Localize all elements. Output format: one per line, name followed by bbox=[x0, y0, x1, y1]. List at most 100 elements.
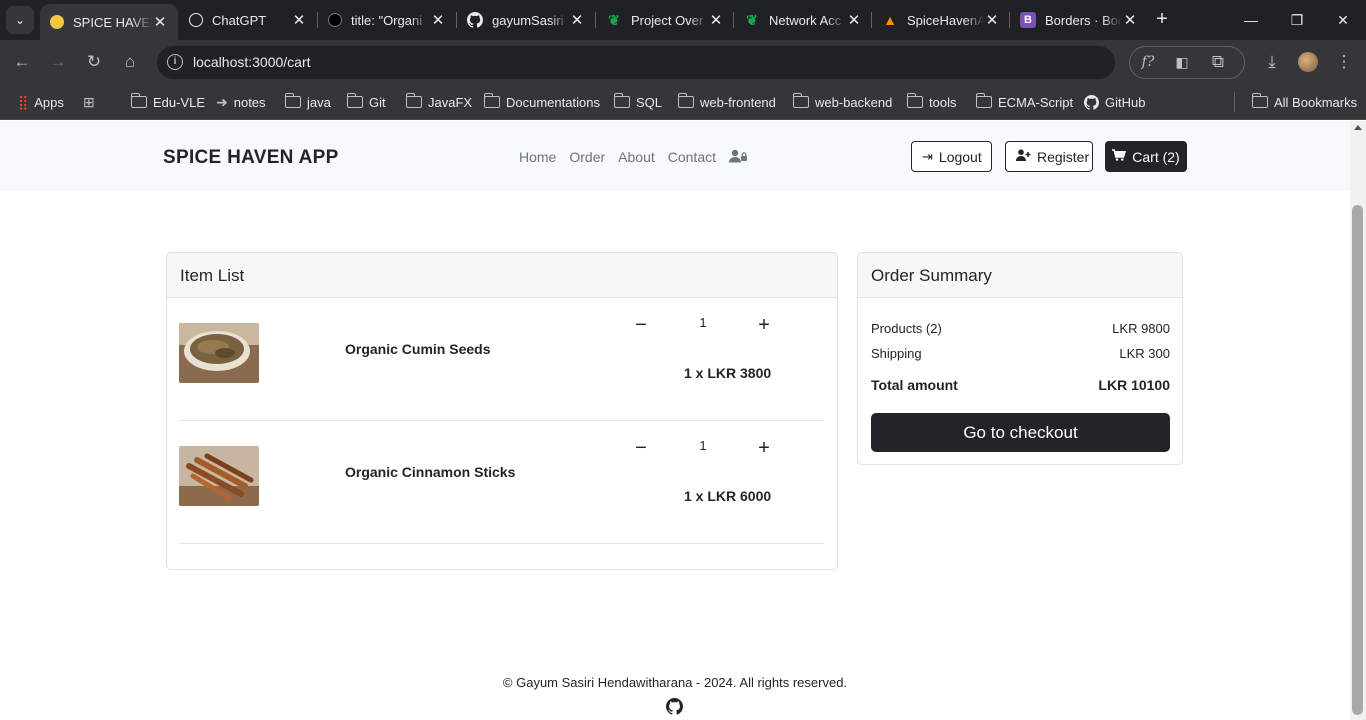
app-navbar: SPICE HAVEN APP Home Order About Contact… bbox=[0, 121, 1350, 191]
products-label: Products (2) bbox=[871, 321, 942, 336]
tab-spice-haven[interactable]: SPICE HAVEN ✕ bbox=[40, 4, 178, 40]
address-url[interactable]: localhost:3000/cart bbox=[193, 54, 311, 70]
footer-copyright: © Gayum Sasiri Hendawitharana - 2024. Al… bbox=[502, 675, 848, 690]
bookmark-label: web-backend bbox=[815, 94, 893, 110]
bookmark-label: tools bbox=[929, 94, 957, 110]
nav-home[interactable]: Home bbox=[519, 149, 556, 166]
download-icon[interactable]: ⤓ bbox=[1258, 48, 1286, 76]
sign-out-icon: ⇥ bbox=[922, 148, 933, 164]
page-scrollbar[interactable] bbox=[1350, 121, 1366, 720]
nav-order[interactable]: Order bbox=[569, 149, 605, 166]
close-icon[interactable]: ✕ bbox=[1122, 11, 1138, 29]
tab-project-overview[interactable]: ❦ Project Over ✕ bbox=[596, 4, 734, 36]
github-icon[interactable] bbox=[666, 698, 684, 715]
tab-network-access[interactable]: ❦ Network Acc ✕ bbox=[734, 4, 872, 36]
tab-firebase[interactable]: ▲ SpiceHavenA ✕ bbox=[872, 4, 1010, 36]
formula-extension-icon[interactable]: f? bbox=[1134, 48, 1162, 76]
close-icon[interactable]: ✕ bbox=[569, 11, 585, 29]
item-list-card: Item List Organic Cumin Seeds − 1 + 1 x … bbox=[166, 252, 838, 570]
scrollbar-thumb[interactable] bbox=[1352, 205, 1363, 715]
bookmark-folder-sql[interactable]: SQL bbox=[613, 92, 662, 112]
bookmark-folder-tools[interactable]: tools bbox=[906, 92, 957, 112]
brand-logo-text[interactable]: SPICE HAVEN APP bbox=[163, 147, 339, 169]
cart-button[interactable]: Cart (2) bbox=[1105, 141, 1187, 172]
forward-arrow-icon[interactable]: → bbox=[44, 48, 72, 76]
folder-icon bbox=[483, 93, 500, 108]
close-icon[interactable]: ✕ bbox=[846, 11, 862, 29]
reload-icon[interactable]: ↻ bbox=[80, 48, 108, 76]
decrease-quantity-button[interactable]: − bbox=[631, 314, 651, 337]
bookmark-folder-javafx[interactable]: JavaFX bbox=[405, 92, 472, 112]
apps-grid-icon: ⣿ bbox=[18, 93, 29, 110]
bookmark-folder-edu-vle[interactable]: Edu-VLE bbox=[130, 92, 206, 112]
bookmarks-separator bbox=[1234, 92, 1235, 112]
dark-circle-icon bbox=[328, 13, 342, 27]
bookmark-label: Documentations bbox=[506, 94, 600, 110]
nav-contact[interactable]: Contact bbox=[668, 149, 716, 166]
firebase-flame-icon: ▲ bbox=[883, 12, 897, 28]
browser-menu-icon[interactable]: ⋮ bbox=[1330, 48, 1358, 76]
increase-quantity-button[interactable]: + bbox=[754, 314, 774, 337]
products-value: LKR 9800 bbox=[1112, 321, 1170, 336]
bookmark-folder-web-backend[interactable]: web-backend bbox=[792, 92, 893, 112]
close-icon[interactable]: ✕ bbox=[152, 13, 168, 31]
bookmark-label: java bbox=[307, 94, 331, 110]
close-icon[interactable]: ✕ bbox=[430, 11, 446, 29]
address-bar[interactable]: i localhost:3000/cart bbox=[157, 46, 1115, 79]
restore-icon[interactable]: ❐ bbox=[1274, 0, 1320, 40]
all-bookmarks-label: All Bookmarks bbox=[1274, 94, 1358, 110]
bookmark-notes[interactable]: ➜ notes bbox=[216, 92, 266, 112]
summary-shipping-row: Shipping LKR 300 bbox=[871, 346, 1170, 361]
close-icon[interactable]: ✕ bbox=[984, 11, 1000, 29]
minimize-icon[interactable]: — bbox=[1228, 0, 1274, 40]
user-lock-icon[interactable] bbox=[729, 149, 747, 166]
toggle-extension-icon[interactable]: ◧ bbox=[1168, 48, 1196, 76]
tab-chatgpt[interactable]: ChatGPT ✕ bbox=[179, 4, 317, 36]
folder-icon bbox=[284, 93, 301, 108]
bookmark-folder-documentations[interactable]: Documentations bbox=[483, 92, 600, 112]
new-tab-plus-icon[interactable]: + bbox=[1150, 8, 1174, 32]
bookmark-folder-git[interactable]: Git bbox=[346, 92, 386, 112]
cumin-seeds-image bbox=[179, 323, 259, 383]
logout-button[interactable]: ⇥ Logout bbox=[911, 141, 992, 172]
github-icon bbox=[1084, 94, 1099, 110]
bookmark-folder-java[interactable]: java bbox=[284, 92, 331, 112]
tab-search-chevron-icon[interactable]: ⌄ bbox=[6, 6, 34, 34]
bookmark-folder-web-frontend[interactable]: web-frontend bbox=[677, 92, 776, 112]
folder-icon bbox=[405, 93, 422, 108]
folder-icon bbox=[1251, 93, 1268, 108]
item-price: 1 x LKR 3800 bbox=[684, 365, 772, 381]
home-icon[interactable]: ⌂ bbox=[116, 48, 144, 76]
bookmark-github[interactable]: GitHub bbox=[1084, 92, 1145, 112]
scroll-up-arrow-icon[interactable] bbox=[1354, 125, 1362, 130]
register-button[interactable]: Register bbox=[1005, 141, 1093, 172]
nav-about[interactable]: About bbox=[618, 149, 655, 166]
cart-item-row: Organic Cinnamon Sticks − 1 + 1 x LKR 60… bbox=[179, 421, 824, 544]
cart-item-row: Organic Cumin Seeds − 1 + 1 x LKR 3800 bbox=[179, 298, 824, 421]
increase-quantity-button[interactable]: + bbox=[754, 437, 774, 460]
profile-avatar-icon[interactable] bbox=[1294, 48, 1322, 76]
bookmark-apps[interactable]: ⣿ Apps bbox=[18, 92, 64, 112]
checkout-button[interactable]: Go to checkout bbox=[871, 413, 1170, 452]
item-name: Organic Cinnamon Sticks bbox=[345, 464, 516, 480]
site-info-icon[interactable]: i bbox=[167, 54, 183, 70]
all-bookmarks[interactable]: All Bookmarks bbox=[1251, 92, 1358, 112]
total-label: Total amount bbox=[871, 377, 958, 393]
folder-icon bbox=[906, 93, 923, 108]
tab-groups-icon: ⊞ bbox=[83, 93, 95, 110]
tab-title: ChatGPT bbox=[212, 12, 267, 28]
extensions-puzzle-icon[interactable]: ⧉ bbox=[1204, 48, 1232, 76]
quantity-value: 1 bbox=[699, 315, 707, 330]
tab-organic-title[interactable]: title: "Organi ✕ bbox=[318, 4, 456, 36]
tab-bootstrap-borders[interactable]: B Borders · Boo ✕ bbox=[1010, 4, 1148, 36]
close-icon[interactable]: ✕ bbox=[708, 11, 724, 29]
bookmark-tab-groups[interactable]: ⊞ bbox=[83, 92, 101, 112]
window-close-icon[interactable]: ✕ bbox=[1320, 0, 1366, 40]
bookmark-folder-ecma-script[interactable]: ECMA-Script bbox=[975, 92, 1073, 112]
mongodb-leaf-icon: ❦ bbox=[746, 11, 758, 28]
back-arrow-icon[interactable]: ← bbox=[8, 48, 36, 76]
close-icon[interactable]: ✕ bbox=[291, 11, 307, 29]
bookmark-label: Edu-VLE bbox=[153, 94, 206, 110]
tab-github[interactable]: gayumSasiri ✕ bbox=[457, 4, 595, 36]
decrease-quantity-button[interactable]: − bbox=[631, 437, 651, 460]
